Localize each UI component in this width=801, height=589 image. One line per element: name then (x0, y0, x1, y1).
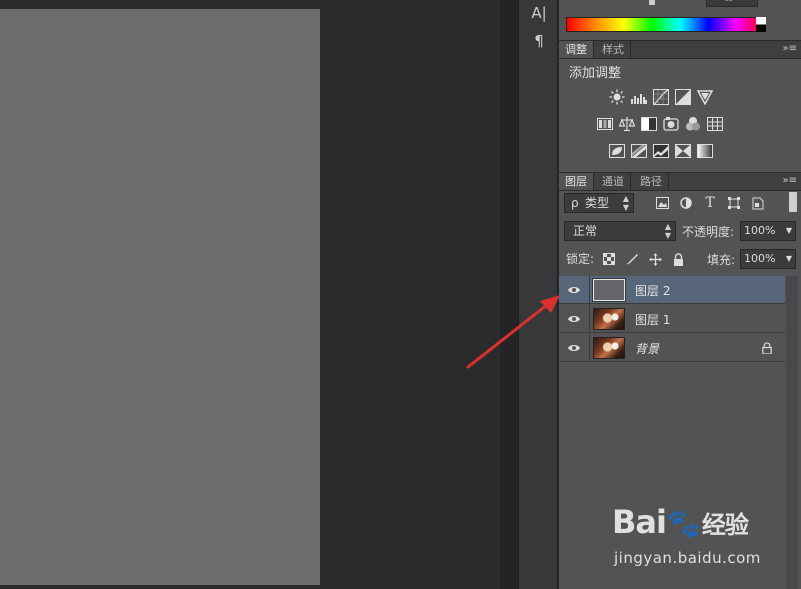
black-white-swatch[interactable] (756, 17, 766, 32)
adjustments-title: 添加调整 (569, 66, 622, 81)
color-value-field[interactable]: b8 (706, 0, 758, 7)
right-panel-dock: b8 调整 样式 »≡ 添加调整 (559, 0, 801, 589)
layers-scrollbar[interactable] (786, 276, 798, 589)
watermark-brand-suffix: 经验 (701, 511, 749, 539)
layer-thumbnail[interactable] (592, 278, 626, 302)
search-icon: ρ (571, 196, 579, 210)
chevron-down-icon[interactable]: ▼ (786, 250, 792, 268)
layer-name[interactable]: 背景 (635, 340, 659, 357)
adjustment-filter-icon[interactable] (678, 195, 694, 211)
fill-value: 100% (744, 252, 776, 265)
layer-row-layer-2[interactable]: 图层 2 (559, 276, 785, 304)
color-panel: b8 (559, 0, 801, 40)
watermark-brand-text: Bai (612, 503, 667, 541)
annotation-arrow (466, 295, 560, 369)
layer-row-layer-1[interactable]: 图层 1 (559, 305, 785, 333)
layer-thumbnail[interactable] (593, 337, 625, 359)
color-lookup-icon[interactable] (706, 115, 723, 132)
layer-filter-select[interactable]: ρ 类型 ▲ ▼ (564, 193, 634, 213)
visibility-divider (589, 334, 590, 362)
adjustments-row-3 (608, 142, 713, 159)
color-balance-icon[interactable] (618, 115, 635, 132)
adjustments-tabbar: 调整 样式 »≡ (559, 40, 801, 59)
layer-filter-icons: T (654, 195, 766, 211)
gradient-map-icon[interactable] (696, 142, 713, 159)
chevron-updown-icon: ▲ ▼ (664, 222, 671, 240)
filter-toggle-switch[interactable] (789, 192, 797, 212)
baidu-jingyan-watermark: Bai🐾经验 jingyan.baidu.com (612, 503, 772, 578)
visibility-divider (589, 305, 590, 333)
levels-icon[interactable] (630, 88, 647, 105)
smart-object-filter-icon[interactable] (750, 195, 766, 211)
chevron-down-icon[interactable]: ▼ (786, 222, 792, 240)
layers-tabbar: 图层 通道 路径 »≡ (559, 172, 801, 191)
black-white-icon[interactable] (640, 115, 657, 132)
photo-filter-icon[interactable] (662, 115, 679, 132)
shape-filter-icon[interactable] (726, 195, 742, 211)
opacity-label: 不透明度: (682, 225, 735, 239)
color-value-text: b8 (725, 0, 733, 3)
character-panel-icon[interactable]: A| (519, 4, 559, 22)
fill-label: 填充: (707, 253, 736, 267)
tab-styles[interactable]: 样式 (596, 41, 631, 58)
pixel-filter-icon[interactable] (654, 195, 670, 211)
tab-layers[interactable]: 图层 (559, 173, 594, 190)
threshold-icon[interactable] (652, 142, 669, 159)
layer-row-background[interactable]: 背景 (559, 334, 785, 362)
blend-mode-value: 正常 (573, 224, 598, 238)
brightness-contrast-icon[interactable] (608, 88, 625, 105)
adjustments-row-2 (596, 115, 723, 132)
layer-thumbnail[interactable] (593, 308, 625, 330)
selective-color-icon[interactable] (674, 142, 691, 159)
curves-icon[interactable] (652, 88, 669, 105)
exposure-icon[interactable] (674, 88, 691, 105)
hue-saturation-icon[interactable] (596, 115, 613, 132)
lock-icon (762, 342, 772, 354)
color-spectrum-bar[interactable] (566, 17, 766, 32)
posterize-icon[interactable] (630, 142, 647, 159)
lock-all-icon[interactable] (671, 252, 685, 266)
lock-options (602, 252, 685, 266)
opacity-field[interactable]: 100% ▼ (740, 221, 796, 241)
lock-position-icon[interactable] (648, 252, 662, 266)
fill-field[interactable]: 100% ▼ (740, 249, 796, 269)
panel-menu-icon[interactable]: »≡ (782, 41, 797, 58)
chevron-updown-icon: ▲ ▼ (622, 194, 629, 212)
tab-paths[interactable]: 路径 (634, 173, 669, 190)
type-filter-icon[interactable]: T (702, 195, 718, 211)
panel-menu-icon[interactable]: »≡ (782, 173, 797, 190)
watermark-url: jingyan.baidu.com (614, 549, 761, 567)
color-slider-knob[interactable] (649, 0, 655, 5)
lock-transparent-icon[interactable] (602, 252, 616, 266)
vibrance-icon[interactable] (696, 88, 713, 105)
document-canvas[interactable] (0, 9, 320, 585)
adjustments-row-1 (608, 88, 713, 105)
watermark-brand: Bai🐾经验 (612, 503, 749, 541)
layer-name[interactable]: 图层 2 (635, 282, 670, 299)
layer-filter-label: 类型 (585, 196, 610, 210)
invert-icon[interactable] (608, 142, 625, 159)
tab-channels[interactable]: 通道 (596, 173, 631, 190)
opacity-value: 100% (744, 224, 776, 237)
lock-label: 锁定: (566, 252, 595, 266)
blend-mode-select[interactable]: 正常 ▲ ▼ (564, 221, 676, 241)
channel-mixer-icon[interactable] (684, 115, 701, 132)
paragraph-panel-icon[interactable]: ¶ (519, 32, 559, 50)
tab-adjustments[interactable]: 调整 (559, 41, 594, 58)
visibility-divider (589, 276, 590, 304)
layer-name[interactable]: 图层 1 (635, 311, 670, 328)
lock-image-icon[interactable] (625, 252, 639, 266)
paw-logo-icon: 🐾 (665, 507, 701, 540)
